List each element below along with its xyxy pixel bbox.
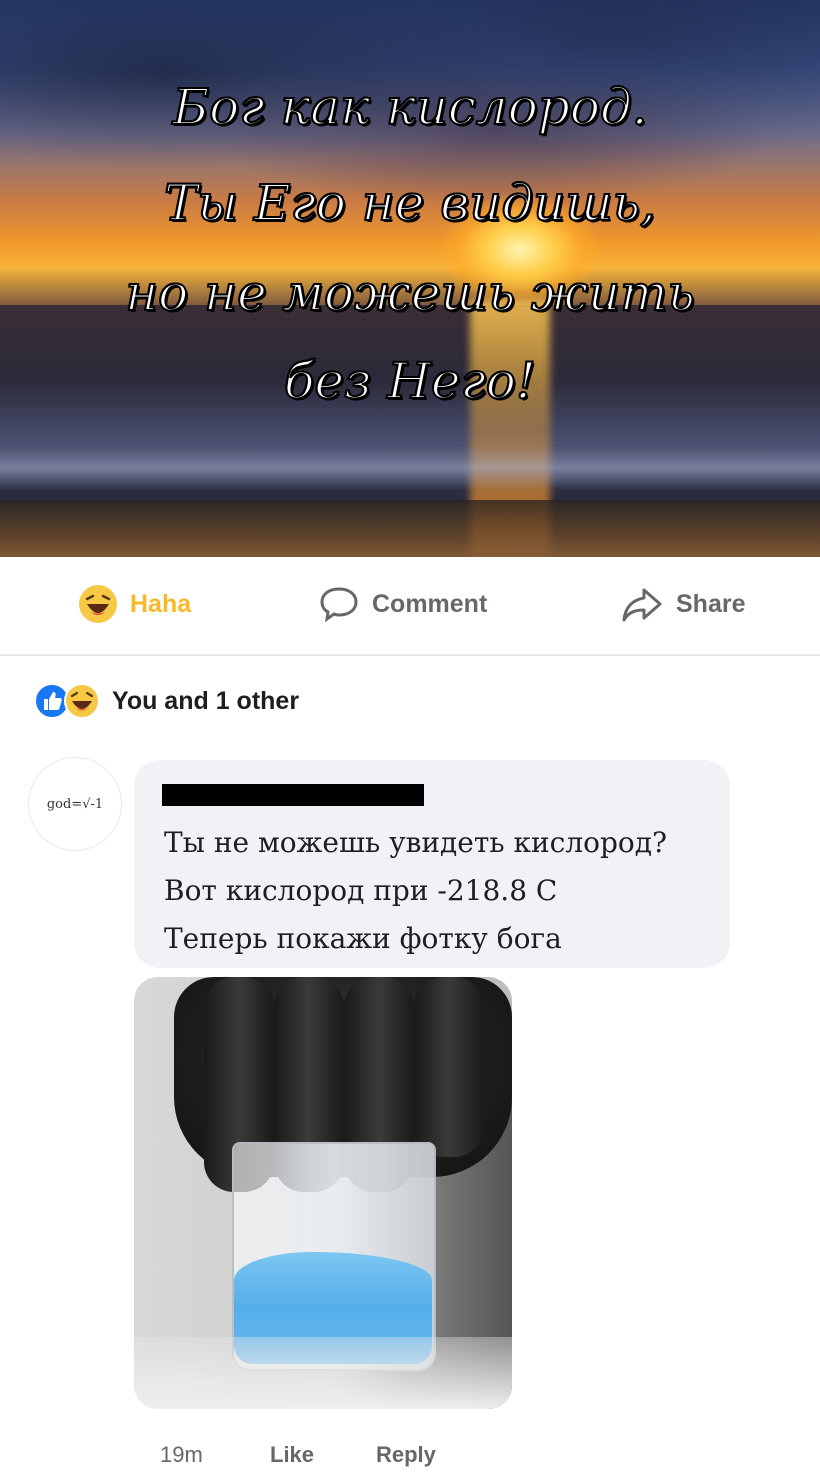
divider [0, 654, 820, 656]
shore [0, 500, 820, 557]
post-image[interactable]: Бог как кислород. Ты Его не видишь, но н… [0, 0, 820, 557]
quote-line-2: Ты Его не видишь, [163, 174, 657, 232]
glove-finger [414, 977, 484, 1157]
quote-line-4: без Него! [283, 352, 537, 410]
comment-photo[interactable] [134, 977, 512, 1409]
wave-foam [0, 445, 820, 490]
reactions-summary[interactable]: You and 1 other [34, 683, 299, 719]
comment-label: Comment [372, 589, 488, 618]
reactions-label: You and 1 other [112, 686, 300, 715]
quote-line-1: Бог как кислород. [171, 78, 648, 136]
comment-time: 19m [160, 1442, 203, 1467]
avatar[interactable]: god=√-1 [28, 757, 122, 851]
share-button[interactable]: Share [620, 580, 745, 628]
quote-line-3: но не можешь жить [124, 264, 695, 322]
post-action-bar: Haha Comment Share [0, 560, 820, 652]
share-icon [622, 588, 662, 622]
comment-button[interactable]: Comment [318, 580, 487, 628]
comment-line-3: Теперь покажи фотку бога [164, 922, 562, 955]
haha-button[interactable]: Haha [78, 580, 191, 628]
like-link[interactable]: Like [270, 1442, 314, 1468]
background-fabric [134, 1337, 512, 1409]
comment-icon [320, 587, 358, 623]
haha-icon [64, 683, 100, 719]
share-label: Share [676, 589, 746, 618]
comment-line-2: Вот кислород при -218.8 C [164, 874, 558, 907]
avatar-text: god=√-1 [46, 796, 104, 812]
haha-label: Haha [130, 589, 192, 618]
redacted-commenter-name [162, 784, 424, 806]
comment-line-1: Ты не можешь увидеть кислород? [164, 826, 668, 859]
haha-icon [79, 585, 117, 623]
reply-link[interactable]: Reply [376, 1442, 436, 1468]
